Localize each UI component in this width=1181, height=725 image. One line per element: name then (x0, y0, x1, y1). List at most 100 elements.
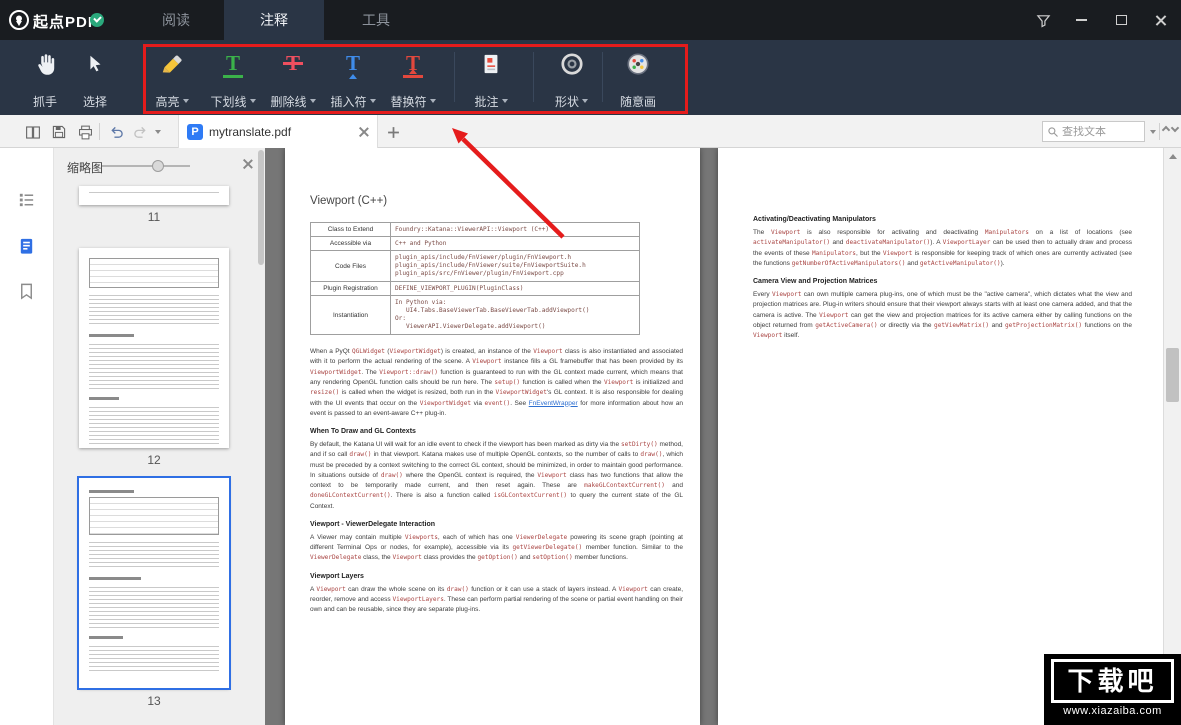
freehand-draw-tool-button[interactable]: 随意画 (610, 47, 666, 109)
document-tab[interactable]: P mytranslate.pdf (178, 115, 378, 148)
app-logo-icon (9, 10, 29, 30)
insert-caret-tool-button[interactable]: T 插入符 (326, 47, 380, 109)
doc-heading: Viewport - ViewerDelegate Interaction (310, 520, 436, 528)
close-tab-icon[interactable] (359, 127, 369, 137)
save-button[interactable] (48, 122, 70, 142)
thumbnail-scrollbar[interactable] (258, 150, 264, 265)
inline-code: Viewport (770, 229, 801, 236)
slider-knob[interactable] (152, 160, 164, 172)
slider-track (102, 165, 190, 167)
search-options-caret[interactable] (1146, 122, 1159, 142)
inline-code: draw() (349, 451, 372, 459)
inline-code: draw() (446, 585, 469, 593)
strikethrough-icon: T (280, 47, 306, 81)
inline-code: getViewerDelegate() (512, 544, 583, 552)
inline-code: ViewportWidget (310, 368, 362, 376)
new-tab-button[interactable] (383, 122, 403, 142)
thumbnail-page-12[interactable] (79, 248, 229, 448)
shapes-tool-button[interactable]: 形状 (544, 47, 599, 109)
tab-tools[interactable]: 工具 (348, 0, 404, 40)
highlight-tool-button[interactable]: 高亮 (146, 47, 198, 109)
hand-tool-button[interactable]: 抓手 (20, 47, 70, 109)
tab-annotate[interactable]: 注释 (224, 0, 324, 40)
inline-code: draw() (640, 451, 663, 459)
inline-code: event() (484, 399, 511, 407)
highlight-tool-label: 高亮 (155, 94, 180, 109)
thumbnail-page-13[interactable] (77, 476, 231, 690)
inline-code: Viewport (819, 311, 849, 319)
tab-read[interactable]: 阅读 (148, 0, 204, 40)
doc-heading: Camera View and Projection Matrices (753, 278, 878, 286)
inline-code: Viewport (316, 585, 346, 593)
watermark-url: www.xiazaiba.com (1063, 705, 1162, 717)
close-button[interactable] (1144, 0, 1178, 40)
ribbon-toolbar: 抓手 选择 高亮 T 下划线 T 删除线 (0, 40, 1181, 115)
inline-code: setDirty() (620, 441, 658, 449)
doc-heading: Activating/Deactivating Manipulators (753, 216, 876, 223)
thumbnail-size-slider[interactable] (102, 158, 190, 174)
bookmarks-panel-icon[interactable] (17, 282, 37, 302)
redo-button[interactable] (129, 122, 151, 142)
doc-table: Class to Extend Foundry::Katana::ViewerAP… (310, 221, 640, 336)
chevron-down-icon[interactable] (1170, 123, 1181, 135)
replace-tool-button[interactable]: T 替换符 (386, 47, 440, 109)
underline-tool-button[interactable]: T 下划线 (206, 47, 260, 109)
app-title: 起点PDF (33, 14, 99, 31)
inline-code: Viewports (404, 533, 438, 541)
inline-code: Viewport (537, 471, 567, 479)
inline-code: Viewport (533, 348, 563, 356)
inline-code: activateManipulator() (753, 239, 831, 247)
sidebar-icon-strip (0, 148, 54, 725)
table-row: Accessible via C++ and Python (310, 236, 640, 252)
scroll-up-button[interactable] (1164, 148, 1181, 164)
print-button[interactable] (74, 122, 96, 142)
inline-code: Viewport::draw() (379, 368, 438, 376)
comment-tool-button[interactable]: 批注 (462, 47, 520, 109)
close-panel-icon[interactable] (243, 159, 253, 169)
inline-code: Viewport (772, 291, 802, 299)
inline-code: Viewport (472, 358, 502, 366)
inline-code: setOption() (532, 554, 573, 562)
inline-code: getActiveManipulator() (919, 259, 1001, 267)
insert-caret-tool-label: 插入符 (330, 94, 367, 109)
search-input[interactable] (1062, 125, 1138, 138)
page-view-button[interactable] (22, 122, 44, 142)
thumbnail-page-11[interactable] (79, 186, 229, 205)
inline-code: doneGLContextCurrent() (310, 492, 391, 500)
inline-code: Viewport (603, 378, 634, 386)
thumbnails-panel-icon[interactable] (17, 236, 37, 256)
select-tool-button[interactable]: 选择 (70, 47, 120, 109)
history-dropdown-caret[interactable] (151, 122, 165, 142)
doc-link[interactable]: FnEventWrapper (529, 400, 578, 407)
watermark-logo: 下载吧 (1051, 659, 1174, 703)
chevron-down-icon (582, 99, 588, 103)
inline-code: makeGLContextCurrent() (584, 482, 665, 490)
chevron-down-icon (249, 99, 256, 103)
scrollbar-thumb[interactable] (1166, 348, 1179, 402)
vertical-scrollbar[interactable] (1163, 148, 1181, 725)
table-row: Instantiation In Python via: UI4.Tabs.Bas… (310, 295, 640, 336)
inline-code: ViewerDelegate (515, 533, 568, 541)
table-row: Plugin Registration DEFINE_VIEWPORT_PLUGI… (310, 281, 640, 297)
doc-title: Viewport (C++) (310, 195, 388, 207)
thumbnail-page-number: 11 (147, 210, 161, 224)
minimize-button[interactable] (1064, 0, 1098, 40)
filter-icon[interactable] (1026, 0, 1060, 40)
inline-code: getViewMatrix() (934, 321, 990, 329)
undo-button[interactable] (106, 122, 128, 142)
chevron-down-icon (182, 99, 189, 103)
doc-paragraph: By default, the Katana UI will wait for … (310, 441, 683, 510)
inline-code: setup() (494, 378, 521, 386)
quick-toolbar: P mytranslate.pdf (0, 115, 1181, 148)
strikeout-tool-button[interactable]: T 删除线 (266, 47, 320, 109)
doc-paragraph: Every Viewport can own multiple camera p… (753, 291, 1133, 340)
inline-code: isGLContextCurrent() (493, 492, 568, 500)
shapes-tool-label: 形状 (554, 94, 579, 109)
replace-icon: T (400, 47, 426, 81)
pdf-page-14: Activating/Deactivating Manipulators The… (718, 148, 1163, 725)
maximize-button[interactable] (1104, 0, 1138, 40)
outline-panel-icon[interactable] (17, 190, 37, 210)
insert-caret-icon: T (340, 47, 366, 81)
inline-code: deactivateManipulator() (845, 239, 931, 247)
titlebar: 起点PDF 阅读 注释 工具 (0, 0, 1181, 40)
